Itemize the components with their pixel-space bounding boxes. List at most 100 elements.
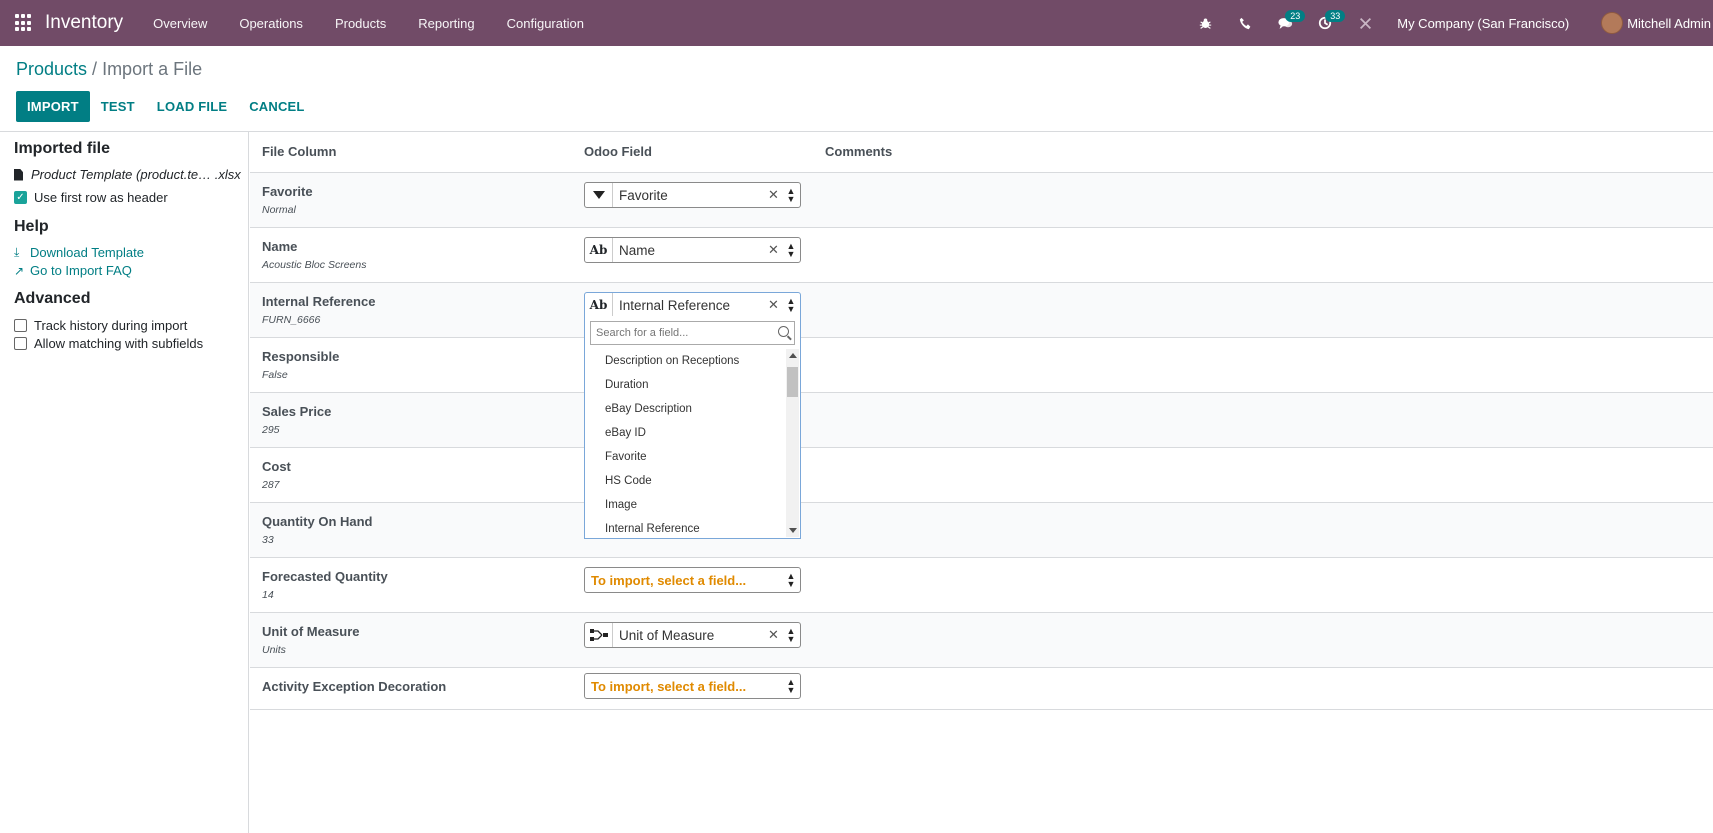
menu-operations[interactable]: Operations (223, 16, 319, 31)
table-row: Cost 287 (250, 448, 1713, 503)
import-sidebar: Imported file Product Template (product.… (0, 132, 249, 833)
tools-icon[interactable] (1345, 0, 1385, 46)
column-name: Internal Reference (262, 294, 376, 309)
column-sample: 295 (262, 424, 280, 436)
column-sample: FURN_6666 (262, 314, 321, 326)
imported-file-name: Product Template (product.te… .xlsx (14, 167, 241, 182)
select-arrows-icon: ▲ ▼ (786, 186, 796, 204)
column-name: Forecasted Quantity (262, 569, 388, 584)
column-name: Favorite (262, 184, 313, 199)
select-arrows-icon: ▲ ▼ (786, 241, 796, 259)
selection-type-icon (585, 183, 613, 207)
table-row: Responsible False (250, 338, 1713, 393)
field-select[interactable]: Favorite ✕ ▲ ▼ (584, 182, 801, 208)
top-navbar: Inventory Overview Operations Products R… (0, 0, 1713, 46)
phone-icon[interactable] (1225, 0, 1265, 46)
select-arrows-icon: ▲ ▼ (786, 571, 796, 589)
field-option[interactable]: eBay ID (585, 421, 785, 445)
relation-type-icon (585, 623, 613, 647)
field-option[interactable]: Image (585, 493, 785, 517)
field-select-placeholder: To import, select a field... (591, 678, 747, 694)
menu-overview[interactable]: Overview (137, 16, 223, 31)
table-row: Activity Exception Decoration To import,… (250, 668, 1713, 710)
column-name: Sales Price (262, 404, 332, 419)
field-select-value: Unit of Measure (619, 627, 715, 643)
column-name: Name (262, 239, 298, 254)
select-arrows-icon: ▲ ▼ (786, 677, 796, 695)
select-arrows-icon: ▲ ▼ (786, 296, 796, 314)
breadcrumb-products[interactable]: Products (16, 59, 87, 79)
help-heading: Help (14, 218, 49, 235)
field-select-placeholder: To import, select a field... (591, 572, 747, 588)
field-select-value: Internal Reference (619, 297, 731, 313)
mapping-table-header: File Column Odoo Field Comments (250, 132, 1713, 173)
menu-configuration[interactable]: Configuration (491, 16, 600, 31)
select-arrows-icon: ▲ ▼ (786, 626, 796, 644)
use-header-checkbox[interactable]: ✓ (14, 191, 27, 204)
header-file-column: File Column (262, 144, 337, 159)
import-faq-text[interactable]: Go to Import FAQ (30, 263, 132, 278)
imported-file-heading: Imported file (14, 140, 111, 157)
field-select-open[interactable]: Ab Internal Reference ✕ ▲ ▼ (584, 292, 801, 318)
field-option[interactable]: Duration (585, 373, 785, 397)
use-header-option[interactable]: ✓ Use first row as header (14, 190, 168, 205)
messages-icon[interactable]: 23 (1265, 0, 1306, 46)
table-row: Sales Price 295 (250, 393, 1713, 448)
field-option[interactable]: Description on Receptions (585, 349, 785, 373)
field-select[interactable]: Ab Name ✕ ▲ ▼ (584, 237, 801, 263)
track-history-label: Track history during import (34, 318, 188, 333)
avatar (1601, 12, 1624, 34)
clear-icon[interactable]: ✕ (768, 297, 782, 313)
control-buttons: IMPORT TEST LOAD FILE CANCEL (16, 91, 316, 122)
field-option[interactable]: Favorite (585, 445, 785, 469)
download-icon: ⤓ (14, 245, 20, 259)
breadcrumb-separator: / (87, 59, 103, 79)
table-row: Internal Reference FURN_6666 Ab Internal… (250, 283, 1713, 338)
column-name: Unit of Measure (262, 624, 360, 639)
user-menu[interactable]: Mitchell Admin (1601, 12, 1711, 34)
field-select[interactable]: To import, select a field... ▲ ▼ (584, 567, 801, 593)
allow-matching-checkbox[interactable] (14, 337, 27, 350)
cancel-button[interactable]: CANCEL (238, 91, 315, 122)
field-search-box[interactable] (590, 321, 795, 345)
text-type-icon: Ab (585, 293, 613, 317)
menu-products[interactable]: Products (319, 16, 402, 31)
apps-menu-icon[interactable] (15, 14, 33, 32)
scroll-down-icon[interactable] (789, 528, 797, 533)
load-file-button[interactable]: LOAD FILE (146, 91, 238, 122)
dropdown-scrollbar[interactable] (786, 349, 799, 537)
activities-icon[interactable]: 33 (1305, 0, 1346, 46)
field-option[interactable]: HS Code (585, 469, 785, 493)
column-name: Quantity On Hand (262, 514, 373, 529)
clear-icon[interactable]: ✕ (768, 187, 782, 203)
field-dropdown: Description on Receptions Duration eBay … (584, 316, 801, 539)
table-row: Forecasted Quantity 14 To import, select… (250, 558, 1713, 613)
test-button[interactable]: TEST (90, 91, 146, 122)
field-select[interactable]: To import, select a field... ▲ ▼ (584, 673, 801, 699)
allow-matching-option[interactable]: Allow matching with subfields (14, 336, 203, 351)
file-name-text: Product Template (product.te… .xlsx (31, 167, 241, 182)
scroll-up-icon[interactable] (789, 353, 797, 358)
import-faq-link[interactable]: ↗ Go to Import FAQ (14, 263, 132, 278)
column-sample: Acoustic Bloc Screens (262, 259, 367, 271)
field-option[interactable]: eBay Description (585, 397, 785, 421)
app-name[interactable]: Inventory (45, 12, 123, 34)
company-switcher[interactable]: My Company (San Francisco) (1397, 16, 1569, 31)
field-select[interactable]: Unit of Measure ✕ ▲ ▼ (584, 622, 801, 648)
use-header-label: Use first row as header (34, 190, 168, 205)
debug-bug-icon[interactable] (1185, 0, 1225, 46)
download-template-link[interactable]: ⤓ Download Template (14, 245, 144, 260)
column-sample: False (262, 369, 288, 381)
track-history-checkbox[interactable] (14, 319, 27, 332)
menu-reporting[interactable]: Reporting (402, 16, 490, 31)
column-name: Responsible (262, 349, 340, 364)
clear-icon[interactable]: ✕ (768, 242, 782, 258)
header-odoo-field: Odoo Field (584, 144, 652, 159)
import-button[interactable]: IMPORT (16, 91, 90, 122)
download-template-text[interactable]: Download Template (30, 245, 144, 260)
track-history-option[interactable]: Track history during import (14, 318, 187, 333)
scrollbar-thumb[interactable] (787, 367, 798, 397)
field-search-input[interactable] (591, 322, 794, 344)
clear-icon[interactable]: ✕ (768, 627, 782, 643)
field-option[interactable]: Internal Reference (585, 517, 785, 541)
